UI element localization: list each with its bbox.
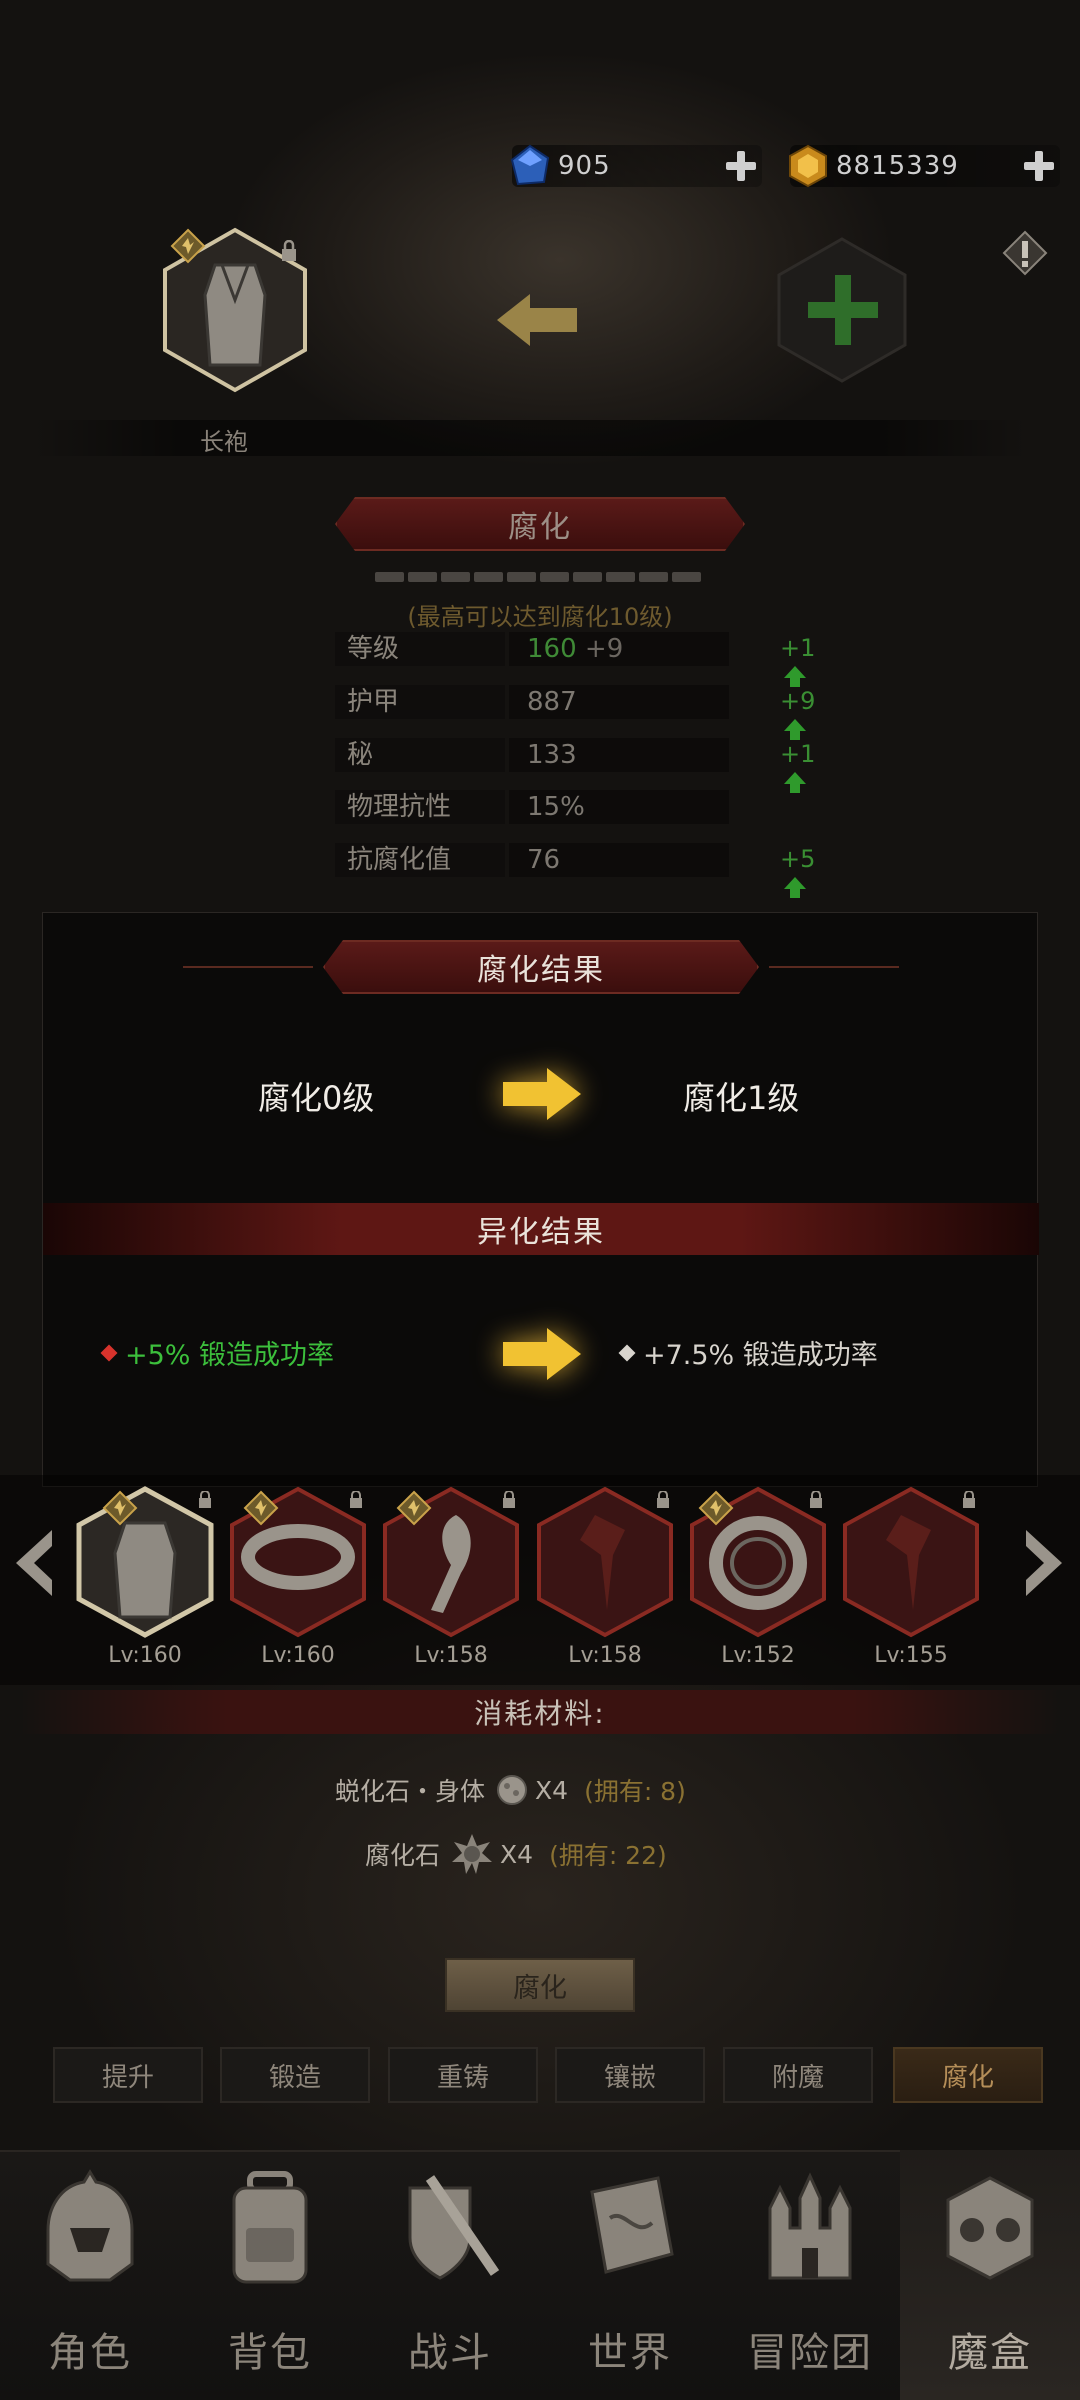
gold-counter: 8815339 xyxy=(789,144,1060,188)
up-arrow-icon xyxy=(784,772,806,793)
rank-badge-icon xyxy=(102,1490,138,1526)
max-level-hint: (最高可以达到腐化10级) xyxy=(407,603,673,631)
panel-title-ribbon: 腐化 xyxy=(315,497,765,551)
lock-icon xyxy=(503,1491,515,1508)
up-arrow-icon xyxy=(784,666,806,687)
material-row: 腐化石 X4 (拥有: 22) xyxy=(365,1832,667,1876)
stat-row-anti-corruption: 抗腐化值 76 +5 xyxy=(335,843,815,898)
up-arrow-icon xyxy=(784,719,806,740)
tab-forge[interactable]: 锻造 xyxy=(220,2047,370,2103)
stat-row-armor: 护甲 887 +9 xyxy=(335,685,815,740)
alien-title: 异化结果 xyxy=(477,1215,605,1250)
tab-upgrade[interactable]: 提升 xyxy=(53,2047,203,2103)
lock-icon xyxy=(199,1491,211,1508)
alien-arrow-icon xyxy=(503,1328,581,1380)
rank-badge-icon xyxy=(698,1490,734,1526)
item-dagger[interactable]: Lv:155 xyxy=(841,1485,981,1668)
blue-gem-icon xyxy=(510,144,550,186)
corrupt-action-button[interactable]: 腐化 xyxy=(445,1958,635,2012)
item-robe[interactable]: Lv:160 xyxy=(75,1485,215,1668)
slot-label-bar: 长袍 xyxy=(30,420,1030,456)
stat-row-secret: 秘 133 +1 xyxy=(335,738,815,793)
nav-magic-box[interactable]: 魔盒 xyxy=(900,2150,1080,2400)
info-icon[interactable] xyxy=(1002,230,1048,276)
backpack-icon xyxy=(232,2171,308,2284)
panel-title: 腐化 xyxy=(508,510,572,545)
strip-right-arrow-icon[interactable] xyxy=(1022,1528,1066,1598)
tab-corruption[interactable]: 腐化 xyxy=(893,2047,1043,2103)
stat-row-level: 等级 160 +9 +1 xyxy=(335,632,815,687)
from-level: 腐化0级 xyxy=(258,1079,375,1117)
add-gems-button[interactable] xyxy=(726,151,756,181)
magic-cube-icon xyxy=(946,2176,1034,2280)
material-row: 蜕化石・身体 X4 (拥有: 8) xyxy=(335,1772,686,1808)
corruption-stone-icon xyxy=(452,1834,493,1874)
gem-counter: 905 xyxy=(510,144,762,187)
alien-title-band: 异化结果 xyxy=(43,1203,1039,1255)
item-blade[interactable]: Lv:158 xyxy=(535,1485,675,1668)
gold-coin-icon xyxy=(789,144,827,188)
consume-title: 消耗材料: xyxy=(474,1697,606,1730)
nav-character[interactable]: 角色 xyxy=(0,2150,180,2400)
dialog-title: 腐化结果 xyxy=(477,953,605,988)
empty-slot-add[interactable] xyxy=(775,235,910,385)
alien-from: +5% 锻造成功率 xyxy=(100,1333,334,1372)
level-arrow-icon xyxy=(503,1068,581,1120)
rank-badge-icon xyxy=(396,1490,432,1526)
add-gold-button[interactable] xyxy=(1024,151,1054,181)
helmet-icon xyxy=(46,2169,134,2282)
to-level: 腐化1级 xyxy=(683,1079,800,1117)
nav-battle[interactable]: 战斗 xyxy=(360,2150,540,2400)
lock-icon xyxy=(282,240,296,261)
corruption-result-dialog[interactable]: 腐化结果 腐化0级 腐化1级 异化结果 +5% 锻造成功率 +7.5% 锻造成功… xyxy=(42,912,1039,1487)
rank-badge-icon xyxy=(170,228,206,264)
red-gem-icon xyxy=(100,1344,118,1361)
lock-icon xyxy=(350,1491,362,1508)
slot-label: 长袍 xyxy=(200,428,248,456)
rank-badge-icon xyxy=(243,1490,279,1526)
nav-backpack[interactable]: 背包 xyxy=(180,2150,360,2400)
nav-world[interactable]: 世界 xyxy=(540,2150,720,2400)
transfer-arrow-left-icon xyxy=(497,294,577,346)
shield-sword-icon xyxy=(408,2175,500,2280)
dialog-title-ribbon: 腐化结果 xyxy=(183,940,899,994)
lock-icon xyxy=(810,1491,822,1508)
lock-icon xyxy=(657,1491,669,1508)
evolve-stone-icon xyxy=(497,1775,528,1805)
corruption-level-dots xyxy=(375,572,701,582)
nav-adventure-group[interactable]: 冒险团 xyxy=(720,2150,900,2400)
gem-count: 905 xyxy=(558,151,611,181)
gold-count: 8815339 xyxy=(836,151,959,181)
lock-icon xyxy=(963,1491,975,1508)
map-scroll-icon xyxy=(590,2176,674,2274)
white-gem-icon xyxy=(618,1344,636,1361)
stat-row-phys-res: 物理抗性 15% xyxy=(335,790,729,824)
tab-enchant[interactable]: 附魔 xyxy=(723,2047,873,2103)
consume-title-band: 消耗材料: xyxy=(20,1690,1060,1734)
tab-inlay[interactable]: 镶嵌 xyxy=(555,2047,705,2103)
up-arrow-icon xyxy=(784,877,806,898)
strip-left-arrow-icon[interactable] xyxy=(12,1528,56,1598)
castle-icon xyxy=(768,2172,852,2280)
alien-to: +7.5% 锻造成功率 xyxy=(618,1333,878,1372)
tab-recast[interactable]: 重铸 xyxy=(388,2047,538,2103)
